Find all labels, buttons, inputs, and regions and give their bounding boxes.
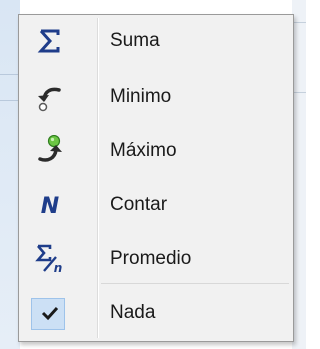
- max-arrow-icon: [34, 135, 66, 167]
- menu-item-maximo[interactable]: Máximo: [22, 130, 290, 172]
- menu-item-label: Máximo: [110, 140, 177, 161]
- menu-item-contar[interactable]: N Contar: [22, 184, 290, 226]
- background-left-panel: [0, 0, 20, 349]
- icon-gutter-separator: [97, 18, 99, 338]
- menu-item-label: Contar: [110, 194, 168, 215]
- menu-item-label: Minimo: [110, 86, 172, 107]
- aggregate-context-menu: Suma Minimo Máximo N Contar n Promedio N…: [18, 14, 294, 342]
- average-icon: n: [34, 243, 66, 275]
- checkmark-icon: [34, 297, 66, 329]
- menu-item-suma[interactable]: Suma: [22, 20, 290, 62]
- sigma-icon: [34, 25, 66, 57]
- svg-text:N: N: [41, 194, 59, 218]
- background-right-panel: [292, 0, 306, 349]
- menu-separator: [101, 283, 289, 284]
- menu-item-label: Nada: [110, 302, 156, 323]
- count-n-icon: N: [34, 189, 66, 221]
- svg-text:n: n: [54, 261, 63, 274]
- menu-item-nada[interactable]: Nada: [22, 292, 290, 334]
- menu-item-label: Suma: [110, 30, 160, 51]
- menu-item-label: Promedio: [110, 248, 192, 269]
- min-arrow-icon: [34, 81, 66, 113]
- menu-item-promedio[interactable]: n Promedio: [22, 238, 290, 280]
- menu-item-minimo[interactable]: Minimo: [22, 76, 290, 118]
